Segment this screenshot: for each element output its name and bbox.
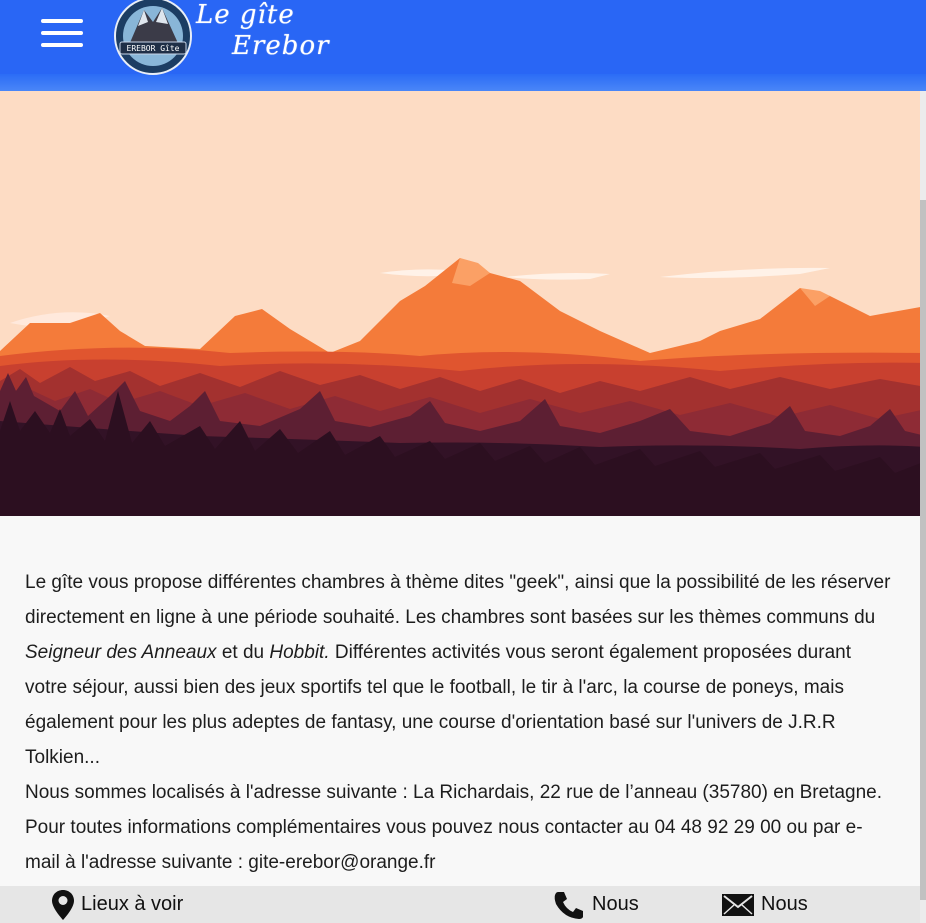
intro-text-part: et du [216, 642, 270, 663]
scrollbar-thumb[interactable] [920, 200, 926, 900]
title-hobbit: Hobbit. [269, 642, 330, 663]
intro-text-part: Le gîte vous propose différentes chambre… [25, 572, 891, 628]
top-navbar: EREBOR Gîte Le gîte Erebor [0, 0, 926, 76]
phone-contact-link[interactable]: Nous [552, 886, 639, 923]
email-contact-link[interactable]: Nous [721, 886, 808, 923]
email-label: Nous [761, 893, 808, 915]
emblem-text: EREBOR Gîte [127, 44, 180, 53]
logo-title-line1[interactable]: Le gîte [196, 2, 295, 28]
title-seigneur-des-anneaux: Seigneur des Anneaux [25, 642, 217, 663]
hero-mountain-illustration [0, 91, 926, 516]
header-bottom-strip [0, 74, 926, 91]
intro-paragraph: Le gîte vous propose différentes chambre… [25, 565, 895, 775]
phone-label: Nous [592, 893, 639, 915]
erebor-emblem-logo[interactable]: EREBOR Gîte [104, 0, 202, 76]
places-to-see-link[interactable]: Lieux à voir [51, 886, 183, 923]
phone-icon [554, 891, 583, 919]
map-pin-icon [52, 889, 74, 920]
envelope-icon [722, 893, 754, 916]
hamburger-menu-icon[interactable] [41, 19, 83, 47]
bottom-nav: Lieux à voir Nous Nous [0, 886, 920, 923]
logo-title-line2[interactable]: Erebor [232, 33, 330, 59]
intro-text: Le gîte vous propose différentes chambre… [25, 565, 895, 880]
page-scrollbar[interactable] [920, 91, 926, 923]
address-paragraph: Nous sommes localisés à l'adresse suivan… [25, 782, 883, 873]
places-to-see-label: Lieux à voir [81, 893, 184, 915]
